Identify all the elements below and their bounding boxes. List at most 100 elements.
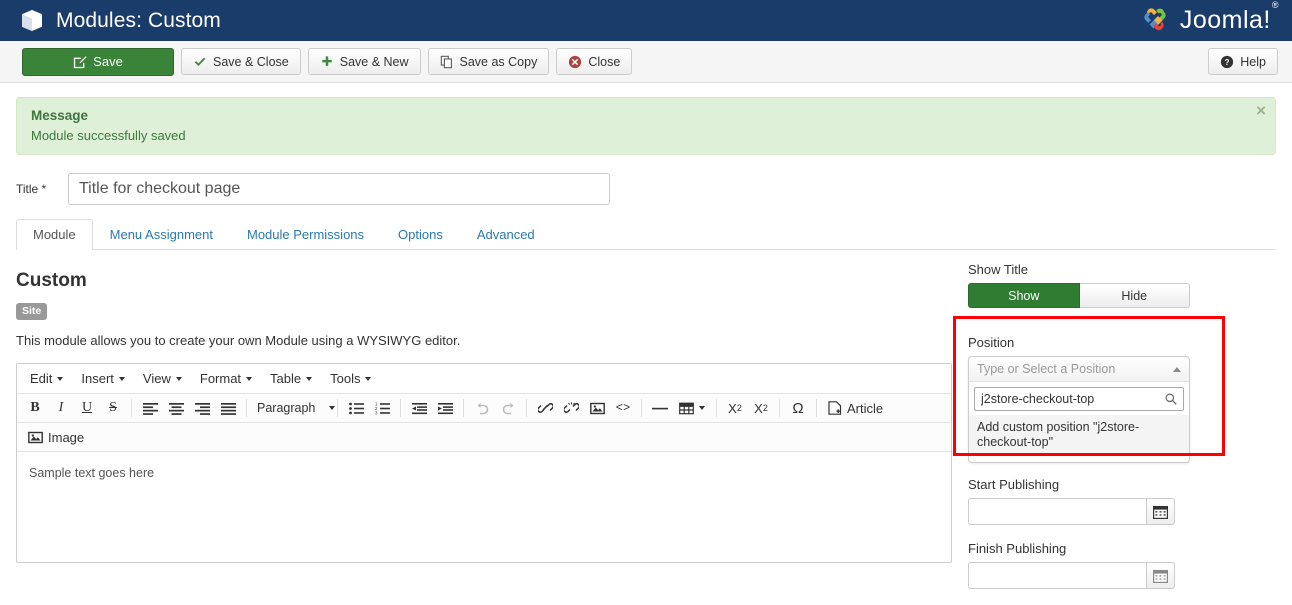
finish-publishing-label: Finish Publishing xyxy=(968,541,1260,556)
brand-text: Joomla! xyxy=(1180,6,1271,34)
horizontal-rule-icon[interactable] xyxy=(647,396,673,420)
save-copy-button[interactable]: Save as Copy xyxy=(428,48,550,75)
cancel-circle-icon xyxy=(568,55,582,69)
divider xyxy=(246,399,247,417)
main-column: Custom Site This module allows you to cr… xyxy=(16,250,952,605)
save-close-button[interactable]: Save & Close xyxy=(181,48,301,75)
position-option-add-custom[interactable]: Add custom position "j2store-checkout-to… xyxy=(969,415,1189,456)
format-select-value: Paragraph xyxy=(257,401,315,415)
align-right-icon[interactable] xyxy=(189,396,215,420)
system-message: Message Module successfully saved × xyxy=(16,97,1276,155)
chevron-down-icon xyxy=(246,377,252,381)
start-publishing-label: Start Publishing xyxy=(968,477,1260,492)
divider xyxy=(131,399,132,417)
menu-insert-label: Insert xyxy=(81,371,114,386)
numbered-list-icon[interactable]: 123 xyxy=(369,396,395,420)
bold-icon[interactable]: B xyxy=(22,396,48,420)
title-label: Title * xyxy=(16,182,58,196)
message-title: Message xyxy=(31,108,1261,123)
special-character-icon[interactable]: Ω xyxy=(785,396,811,420)
menu-tools[interactable]: Tools xyxy=(321,367,380,390)
menu-insert[interactable]: Insert xyxy=(72,367,134,390)
calendar-icon xyxy=(1153,505,1168,519)
help-button[interactable]: ? Help xyxy=(1208,48,1278,75)
question-circle-icon: ? xyxy=(1220,55,1234,69)
redo-icon[interactable] xyxy=(495,396,521,420)
indent-icon[interactable] xyxy=(432,396,458,420)
position-search-wrap xyxy=(969,382,1189,415)
finish-publishing-input[interactable] xyxy=(968,562,1146,589)
menu-view[interactable]: View xyxy=(134,367,191,390)
tab-module-permissions[interactable]: Module Permissions xyxy=(230,219,381,250)
underline-icon[interactable]: U xyxy=(74,396,100,420)
editor-content-text: Sample text goes here xyxy=(29,466,154,480)
save-button-label: Save xyxy=(93,54,123,69)
strikethrough-icon[interactable]: S xyxy=(100,396,126,420)
bullet-list-icon[interactable] xyxy=(343,396,369,420)
align-justify-icon[interactable] xyxy=(215,396,241,420)
svg-text:?: ? xyxy=(1225,58,1230,67)
outdent-icon[interactable] xyxy=(406,396,432,420)
show-title-hide-button[interactable]: Hide xyxy=(1080,283,1191,308)
menu-format[interactable]: Format xyxy=(191,367,261,390)
help-button-label: Help xyxy=(1240,55,1266,69)
start-publishing-input[interactable] xyxy=(968,498,1146,525)
save-pencil-icon xyxy=(73,55,87,69)
subscript-icon[interactable]: X2 xyxy=(722,396,748,420)
align-center-icon[interactable] xyxy=(163,396,189,420)
italic-icon[interactable]: I xyxy=(48,396,74,420)
position-results-list: Add custom position "j2store-checkout-to… xyxy=(969,415,1189,462)
menu-view-label: View xyxy=(143,371,171,386)
close-icon[interactable]: × xyxy=(1256,102,1266,119)
save-button[interactable]: Save xyxy=(22,48,174,76)
show-title-label: Show Title xyxy=(968,262,1260,277)
show-title-toggle: Show Hide xyxy=(968,283,1190,308)
format-select[interactable]: Paragraph xyxy=(252,396,332,420)
divider xyxy=(337,399,338,417)
position-dropdown-toggle[interactable]: Type or Select a Position xyxy=(969,357,1189,382)
copy-icon xyxy=(440,55,454,69)
divider xyxy=(463,399,464,417)
menu-edit[interactable]: Edit xyxy=(21,367,72,390)
divider xyxy=(400,399,401,417)
svg-text:3: 3 xyxy=(375,410,378,414)
close-button[interactable]: Close xyxy=(556,48,632,75)
chevron-down-icon xyxy=(306,377,312,381)
menu-tools-label: Tools xyxy=(330,371,360,386)
link-icon[interactable] xyxy=(532,396,558,420)
position-label: Position xyxy=(968,335,1260,350)
image-button[interactable]: Image xyxy=(22,425,90,449)
check-icon xyxy=(193,55,207,69)
editor-content-area[interactable]: Sample text goes here xyxy=(17,452,951,562)
title-row: Title * xyxy=(0,155,1292,205)
table-icon[interactable] xyxy=(673,396,711,420)
finish-publishing-calendar-button[interactable] xyxy=(1146,562,1175,589)
tab-module[interactable]: Module xyxy=(16,219,93,250)
start-publishing-calendar-button[interactable] xyxy=(1146,498,1175,525)
undo-icon[interactable] xyxy=(469,396,495,420)
chevron-down-icon xyxy=(176,377,182,381)
cube-icon xyxy=(22,10,42,31)
chevron-down-icon xyxy=(57,377,63,381)
header-left: Modules: Custom xyxy=(22,9,221,33)
align-left-icon[interactable] xyxy=(137,396,163,420)
superscript-icon[interactable]: X2 xyxy=(748,396,774,420)
menu-table[interactable]: Table xyxy=(261,367,321,390)
position-search-input[interactable] xyxy=(974,387,1184,411)
chevron-down-icon xyxy=(329,406,335,410)
show-title-show-button[interactable]: Show xyxy=(968,283,1080,308)
wysiwyg-editor: Edit Insert View Format Table Tools B I … xyxy=(16,363,952,563)
tab-options[interactable]: Options xyxy=(381,219,460,250)
article-label: Article xyxy=(847,401,883,416)
tab-menu-assignment[interactable]: Menu Assignment xyxy=(93,219,230,250)
title-input[interactable] xyxy=(68,173,610,205)
start-publishing-field xyxy=(968,498,1175,525)
save-new-button[interactable]: Save & New xyxy=(308,48,421,75)
image-icon[interactable] xyxy=(584,396,610,420)
save-close-label: Save & Close xyxy=(213,55,289,69)
article-button[interactable]: Article xyxy=(822,396,889,420)
tab-advanced[interactable]: Advanced xyxy=(460,219,552,250)
unlink-icon[interactable] xyxy=(558,396,584,420)
divider xyxy=(716,399,717,417)
source-code-icon[interactable]: <> xyxy=(610,396,636,420)
